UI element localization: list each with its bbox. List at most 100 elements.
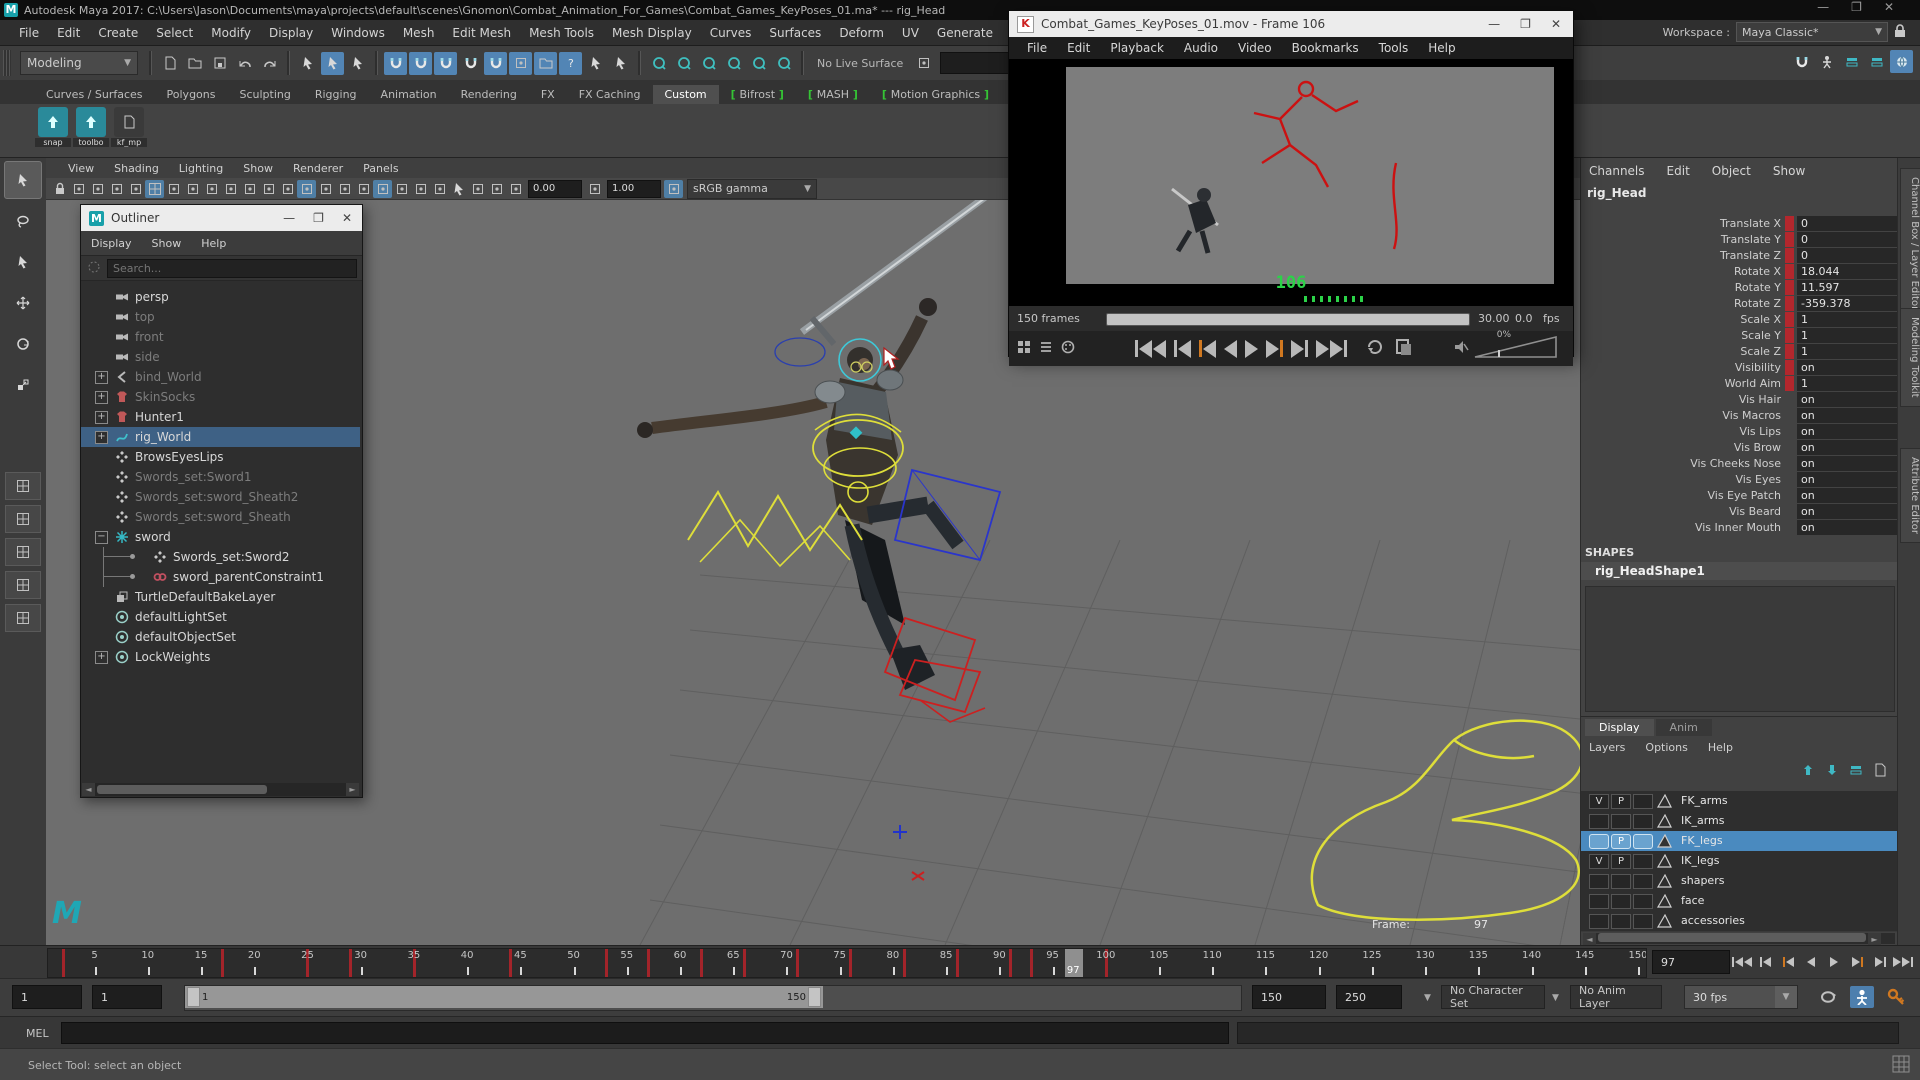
layer-move-up-icon[interactable] xyxy=(1801,763,1815,780)
range-start-handle[interactable] xyxy=(187,987,200,1007)
expander-icon[interactable]: + xyxy=(95,431,108,444)
shelf-tab-sculpting[interactable]: Sculpting xyxy=(227,85,302,104)
player-titlebar[interactable]: K Combat_Games_KeyPoses_01.mov - Frame 1… xyxy=(1009,11,1573,37)
channel-row-vis-eye-patch[interactable]: Vis Eye Patchon xyxy=(1581,488,1897,504)
layer-display-type-toggle[interactable] xyxy=(1633,814,1653,829)
grid-display-icon[interactable] xyxy=(145,180,164,198)
play-forward-button[interactable] xyxy=(1245,340,1258,358)
keyframe-tick[interactable] xyxy=(509,949,512,977)
mel-label[interactable]: MEL xyxy=(26,1027,49,1040)
layer-swatch-icon[interactable] xyxy=(1657,794,1672,811)
shelf-item-snap[interactable]: snap xyxy=(35,107,71,154)
isolate-select-icon[interactable] xyxy=(449,180,468,198)
layer-playback-toggle[interactable]: P xyxy=(1611,854,1631,869)
loop-playback-icon[interactable] xyxy=(1365,337,1385,360)
channel-row-translate-y[interactable]: Translate Y0 xyxy=(1581,232,1897,248)
player-maximize-button[interactable]: ❐ xyxy=(1520,17,1531,31)
channelbox-menu-edit[interactable]: Edit xyxy=(1667,164,1690,178)
layer-playback-toggle[interactable]: P xyxy=(1611,834,1631,849)
lasso-tool-icon[interactable] xyxy=(4,202,42,240)
outliner-item-skinsocks[interactable]: +SkinSocks xyxy=(81,387,360,407)
layer-editor-toggle-icon[interactable] xyxy=(1865,50,1888,73)
rotate-tool-icon[interactable] xyxy=(4,325,42,363)
screen-space-ao-icon[interactable] xyxy=(373,180,392,198)
outliner-search-input[interactable] xyxy=(107,259,357,278)
keyframe-tick[interactable] xyxy=(349,949,352,977)
go-to-start-button[interactable] xyxy=(1732,950,1752,974)
channel-value-field[interactable]: 1 xyxy=(1797,344,1899,359)
select-component-icon[interactable] xyxy=(346,52,369,75)
single-pane-layout-icon[interactable] xyxy=(5,472,41,500)
timeline-ruler[interactable]: 9751015202530354045505560657075808590951… xyxy=(47,948,1647,978)
volume-slider[interactable] xyxy=(1473,335,1559,362)
anim-layer-select[interactable]: No Anim Layer xyxy=(1570,985,1662,1009)
keyframe-tick[interactable] xyxy=(700,949,703,977)
keyframe-tick[interactable] xyxy=(605,949,608,977)
statusline-separator[interactable] xyxy=(287,51,290,75)
layer-display-type-toggle[interactable] xyxy=(1633,894,1653,909)
layer-row-ik_arms[interactable]: IK_arms xyxy=(1581,811,1897,832)
speaker-icon[interactable] xyxy=(1453,339,1469,358)
scale-tool-icon[interactable] xyxy=(4,366,42,404)
outliner-item-swords-set-sword1[interactable]: Swords_set:Sword1 xyxy=(81,467,360,487)
channel-value-field[interactable]: on xyxy=(1797,360,1899,375)
undo-icon[interactable] xyxy=(233,52,256,75)
shelf-tab-bifrost[interactable]: [ Bifrost ] xyxy=(719,85,796,104)
shelf-tab-motion-graphics[interactable]: [ Motion Graphics ] xyxy=(870,85,1001,104)
layer-scrollbar[interactable]: ◄ ► xyxy=(1583,933,1895,944)
filter-icon[interactable] xyxy=(87,260,101,277)
snap-curve-icon[interactable] xyxy=(409,52,432,75)
snap-together-icon[interactable] xyxy=(1790,50,1813,73)
layer-row-ik_legs[interactable]: VPIK_legs xyxy=(1581,851,1897,872)
channel-value-field[interactable]: on xyxy=(1797,440,1899,455)
open-editor-icon[interactable] xyxy=(534,52,557,75)
viewport-menu-view[interactable]: View xyxy=(58,162,104,175)
layer-visibility-toggle[interactable] xyxy=(1589,814,1609,829)
channel-value-field[interactable]: 0 xyxy=(1797,216,1899,231)
outliner-item-sword[interactable]: −sword xyxy=(81,527,360,547)
channel-value-field[interactable]: on xyxy=(1797,408,1899,423)
outliner-titlebar[interactable]: M Outliner — ❐ ✕ xyxy=(81,205,362,231)
shaded-icon[interactable] xyxy=(297,180,316,198)
xray-icon[interactable] xyxy=(468,180,487,198)
layer-display-type-toggle[interactable] xyxy=(1633,874,1653,889)
outliner-minimize-button[interactable]: — xyxy=(283,211,295,225)
wireframe-icon[interactable] xyxy=(278,180,297,198)
keyframe-tick[interactable] xyxy=(796,949,799,977)
snap-plane-icon[interactable] xyxy=(459,52,482,75)
tool-settings-toggle-icon[interactable] xyxy=(1890,50,1913,73)
next-keyframe-button[interactable] xyxy=(1291,340,1308,358)
auto-keyframe-icon[interactable] xyxy=(1884,986,1908,1008)
menu-mesh-tools[interactable]: Mesh Tools xyxy=(520,26,603,40)
layer-visibility-toggle[interactable] xyxy=(1589,894,1609,909)
statusline-separator[interactable] xyxy=(375,51,378,75)
channel-box-node-name[interactable]: rig_Head xyxy=(1587,186,1647,200)
camera-bookmark-icon[interactable] xyxy=(69,180,88,198)
layer-swatch-icon[interactable] xyxy=(1657,914,1672,931)
keyframe-tick[interactable] xyxy=(1009,949,1012,977)
mel-input[interactable] xyxy=(61,1022,1229,1044)
color-management-select[interactable]: sRGB gamma▼ xyxy=(687,179,817,199)
channel-value-field[interactable]: 18.044 xyxy=(1797,264,1899,279)
outliner-scrollbar[interactable]: ◄ ► xyxy=(82,783,359,796)
layer-playback-toggle[interactable] xyxy=(1611,894,1631,909)
select-tool-icon[interactable] xyxy=(4,161,42,199)
outliner-item-swords-set-sword2[interactable]: Swords_set:Sword2 xyxy=(81,547,360,567)
depth-of-field-icon[interactable] xyxy=(430,180,449,198)
channel-row-scale-z[interactable]: Scale Z1 xyxy=(1581,344,1897,360)
toolbox-shelf-icon[interactable] xyxy=(76,107,106,137)
layer-visibility-toggle[interactable] xyxy=(1589,834,1609,849)
menu-create[interactable]: Create xyxy=(89,26,147,40)
channel-value-field[interactable]: on xyxy=(1797,424,1899,439)
move-tool-icon[interactable] xyxy=(4,284,42,322)
channel-row-rotate-x[interactable]: Rotate X18.044 xyxy=(1581,264,1897,280)
channel-row-vis-eyes[interactable]: Vis Eyeson xyxy=(1581,472,1897,488)
step-back-button[interactable] xyxy=(1199,340,1216,358)
shelf-tab-mash[interactable]: [ MASH ] xyxy=(796,85,870,104)
menu-uv[interactable]: UV xyxy=(893,26,928,40)
exposure-icon[interactable] xyxy=(506,180,525,198)
viewport-menu-renderer[interactable]: Renderer xyxy=(283,162,353,175)
player-menu-bookmarks[interactable]: Bookmarks xyxy=(1282,41,1369,55)
menu-mesh[interactable]: Mesh xyxy=(394,26,444,40)
channel-value-field[interactable]: 11.597 xyxy=(1797,280,1899,295)
